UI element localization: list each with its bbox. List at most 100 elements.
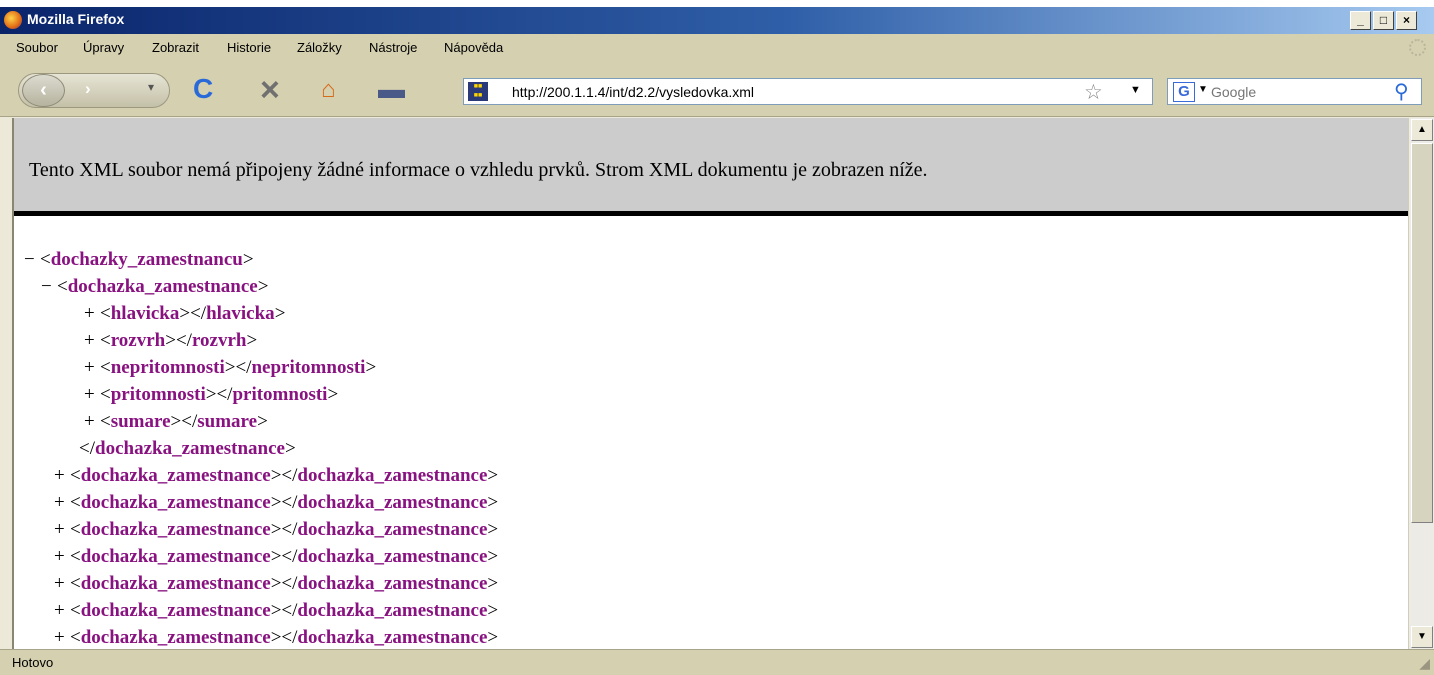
resize-grip-icon[interactable]: ◢: [1419, 655, 1430, 672]
menu-historie[interactable]: Historie: [227, 40, 271, 55]
back-button[interactable]: ‹: [22, 74, 65, 107]
expand-toggle[interactable]: +: [84, 330, 100, 352]
engine-dropdown-icon[interactable]: ▼: [1198, 84, 1208, 95]
bookmark-star-icon[interactable]: ☆: [1084, 80, 1103, 105]
xml-node-line: + <nepritomnosti></nepritomnosti>: [84, 357, 377, 379]
status-text: Hotovo: [12, 655, 54, 670]
xml-node-line: + <dochazka_zamestnance></dochazka_zamest…: [54, 519, 499, 541]
xml-open-tag: dochazky_zamestnancu: [50, 249, 243, 270]
window-title: Mozilla Firefox: [27, 11, 125, 27]
xml-node-line: + <rozvrh></rozvrh>: [84, 330, 258, 352]
google-engine-icon[interactable]: G: [1173, 82, 1195, 102]
xml-open-tag: rozvrh: [110, 330, 166, 351]
title-bar[interactable]: Mozilla Firefox _ □ ×: [0, 7, 1434, 34]
scroll-up-button[interactable]: ▲: [1411, 119, 1433, 141]
expand-toggle[interactable]: +: [84, 357, 100, 379]
navigation-toolbar: ‹ › ▾ C × ⌂ ▬ ■■ ■■ http://200.1.1.4/int/…: [0, 61, 1434, 117]
search-bar: G ▼ ⚲: [1167, 78, 1422, 105]
expand-toggle[interactable]: +: [84, 384, 100, 406]
history-dropdown-icon[interactable]: ▾: [148, 80, 154, 94]
expand-toggle[interactable]: +: [54, 519, 70, 541]
reload-icon[interactable]: C: [193, 73, 213, 105]
vertical-scrollbar[interactable]: ▲ ▼: [1408, 118, 1434, 649]
url-text[interactable]: http://200.1.1.4/int/d2.2/vysledovka.xml: [512, 84, 754, 100]
menu-upravy[interactable]: Úpravy: [83, 40, 124, 55]
xml-open-tag: dochazka_zamestnance: [67, 276, 258, 297]
menu-zalozky[interactable]: Záložky: [297, 40, 342, 55]
expand-toggle[interactable]: +: [54, 465, 70, 487]
xml-node-line: + <pritomnosti></pritomnosti>: [84, 384, 339, 406]
xml-close-tag: rozvrh: [191, 330, 247, 351]
expand-toggle[interactable]: +: [54, 600, 70, 622]
url-dropdown-icon[interactable]: ▼: [1130, 84, 1141, 96]
xml-node-line: + <dochazka_zamestnance></dochazka_zamest…: [54, 546, 499, 568]
throbber-icon: [1409, 39, 1426, 56]
minimize-button[interactable]: _: [1350, 11, 1371, 30]
home-icon[interactable]: ⌂: [321, 76, 336, 104]
xml-close-tag: dochazka_zamestnance: [297, 573, 488, 594]
xml-close-tag: dochazka_zamestnance: [297, 600, 488, 621]
scroll-down-button[interactable]: ▼: [1411, 626, 1433, 648]
xml-open-tag: pritomnosti: [110, 384, 206, 405]
scroll-thumb[interactable]: [1411, 143, 1433, 523]
xml-close-tag: hlavicka: [206, 303, 275, 324]
print-icon[interactable]: ▬: [378, 74, 405, 105]
xml-close-tag: dochazka_zamestnance: [297, 465, 488, 486]
xml-node-line: + <dochazka_zamestnance></dochazka_zamest…: [54, 627, 499, 649]
xml-node-line: + <hlavicka></hlavicka>: [84, 303, 286, 325]
xml-info-banner: Tento XML soubor nemá připojeny žádné in…: [14, 118, 1408, 216]
xml-info-message: Tento XML soubor nemá připojeny žádné in…: [29, 159, 928, 181]
menu-napoveda[interactable]: Nápověda: [444, 40, 503, 55]
collapse-toggle[interactable]: −: [41, 276, 57, 298]
xml-node-line: + <dochazka_zamestnance></dochazka_zamest…: [54, 492, 499, 514]
xml-node-line: + <dochazka_zamestnance></dochazka_zamest…: [54, 573, 499, 595]
menu-bar: Soubor Úpravy Zobrazit Historie Záložky …: [0, 34, 1434, 61]
expand-toggle[interactable]: +: [84, 303, 100, 325]
expand-toggle[interactable]: +: [54, 492, 70, 514]
search-magnifier-icon[interactable]: ⚲: [1394, 79, 1409, 104]
expand-toggle[interactable]: +: [54, 573, 70, 595]
page-content: Tento XML soubor nemá připojeny žádné in…: [12, 118, 1408, 649]
maximize-button[interactable]: □: [1373, 11, 1394, 30]
xml-close-tag: dochazka_zamestnance: [297, 492, 488, 513]
expand-toggle[interactable]: +: [84, 411, 100, 433]
menu-soubor[interactable]: Soubor: [16, 40, 58, 55]
xml-close-tag: dochazka_zamestnance: [95, 438, 285, 459]
xml-node-line: − <dochazka_zamestnance>: [41, 276, 269, 298]
xml-close-tag: dochazka_zamestnance: [297, 627, 488, 648]
stop-icon[interactable]: ×: [260, 71, 280, 110]
xml-open-tag: dochazka_zamestnance: [80, 627, 271, 648]
xml-open-tag: sumare: [110, 411, 171, 432]
forward-button[interactable]: ›: [85, 79, 91, 99]
xml-close-tag: dochazka_zamestnance: [297, 546, 488, 567]
xml-node-line: + <dochazka_zamestnance></dochazka_zamest…: [54, 600, 499, 622]
xml-open-tag: dochazka_zamestnance: [80, 465, 271, 486]
xml-node-line: − <dochazky_zamestnancu>: [24, 249, 254, 271]
expand-toggle[interactable]: +: [54, 546, 70, 568]
close-button[interactable]: ×: [1396, 11, 1417, 30]
xml-open-tag: hlavicka: [110, 303, 180, 324]
site-favicon-icon: ■■ ■■: [468, 82, 488, 101]
xml-close-tag: nepritomnosti: [251, 357, 366, 378]
xml-node-line: + <dochazka_zamestnance></dochazka_zamest…: [54, 465, 499, 487]
address-bar[interactable]: ■■ ■■ http://200.1.1.4/int/d2.2/vysledovk…: [463, 78, 1153, 105]
top-cropped-caption: [0, 0, 1434, 7]
xml-node-line: + <sumare></sumare>: [84, 411, 268, 433]
xml-node-line: </dochazka_zamestnance>: [79, 438, 296, 459]
xml-close-tag: sumare: [197, 411, 258, 432]
collapse-toggle[interactable]: −: [24, 249, 40, 271]
xml-open-tag: dochazka_zamestnance: [80, 519, 271, 540]
xml-open-tag: dochazka_zamestnance: [80, 600, 271, 621]
menu-zobrazit[interactable]: Zobrazit: [152, 40, 199, 55]
xml-close-tag: pritomnosti: [232, 384, 328, 405]
xml-open-tag: dochazka_zamestnance: [80, 546, 271, 567]
status-bar: Hotovo ◢: [0, 649, 1434, 675]
xml-open-tag: dochazka_zamestnance: [80, 492, 271, 513]
xml-open-tag: dochazka_zamestnance: [80, 573, 271, 594]
browser-window: Mozilla Firefox _ □ × Soubor Úpravy Zobr…: [0, 7, 1434, 675]
menu-nastroje[interactable]: Nástroje: [369, 40, 417, 55]
xml-close-tag: dochazka_zamestnance: [297, 519, 488, 540]
expand-toggle[interactable]: +: [54, 627, 70, 649]
search-input[interactable]: [1211, 82, 1371, 102]
firefox-logo-icon: [4, 11, 22, 29]
